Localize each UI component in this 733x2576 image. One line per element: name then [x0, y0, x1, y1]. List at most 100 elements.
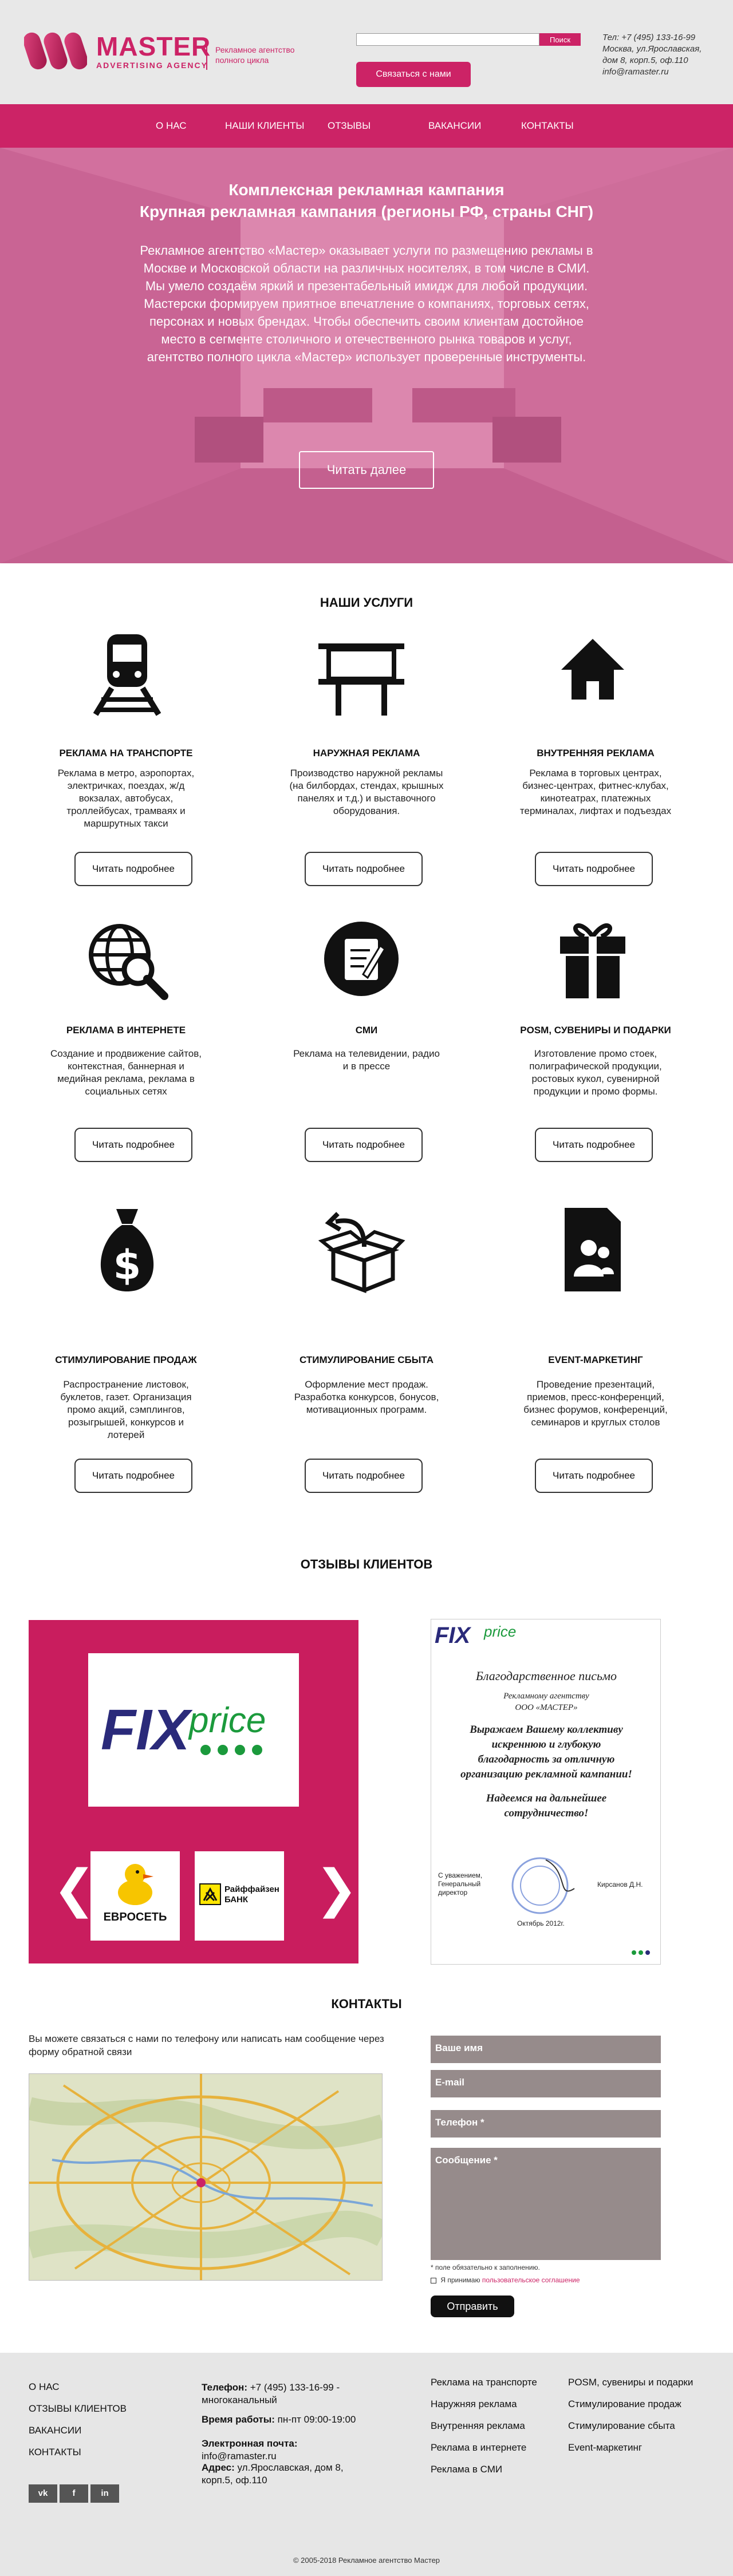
- letter-to-line1: Рекламному агентству: [503, 1692, 589, 1701]
- header-email[interactable]: info@ramaster.ru: [602, 66, 702, 78]
- letter-dot: [645, 1950, 650, 1955]
- required-note: * поле обязательно к заполнению.: [431, 2263, 540, 2271]
- review-main-logo[interactable]: FIX price: [88, 1653, 299, 1807]
- letter-logo-fix: FIX: [435, 1623, 471, 1648]
- read-more-indoor-button[interactable]: Читать подробнее: [535, 852, 653, 886]
- footer-address-label: Адрес:: [202, 2462, 235, 2473]
- nav-item-vacancies[interactable]: ВАКАНСИИ: [428, 120, 481, 132]
- letter-logo-price: price: [484, 1623, 517, 1640]
- service-desc-indoor: Реклама в торговых центрах, бизнес-центр…: [519, 768, 672, 816]
- logo-title: MASTER: [96, 31, 211, 61]
- logo-subtitle: ADVERTISING AGENCY: [96, 61, 208, 70]
- footer-service-media[interactable]: Реклама в СМИ: [431, 2464, 502, 2475]
- letter-sign-right: Кирсанов Д.Н.: [597, 1880, 643, 1888]
- read-more-sales-button[interactable]: Читать подробнее: [74, 1459, 192, 1493]
- file-people-icon: [565, 1208, 621, 1291]
- reviews-title: ОТЗЫВЫ КЛИЕНТОВ: [300, 1557, 433, 1571]
- search-input[interactable]: [356, 33, 539, 46]
- service-title-posm: POSM, СУВЕНИРЫ И ПОДАРКИ: [520, 1025, 671, 1036]
- carousel-prev-arrow[interactable]: ❮: [53, 1860, 96, 1918]
- footer-address: Адрес: ул.Ярославская, дом 8, корп.5, оф…: [202, 2462, 373, 2487]
- read-more-internet-button[interactable]: Читать подробнее: [74, 1128, 192, 1162]
- read-more-distribution-button[interactable]: Читать подробнее: [305, 1459, 423, 1493]
- read-more-transport-button[interactable]: Читать подробнее: [74, 852, 192, 886]
- city-map[interactable]: [29, 2073, 383, 2281]
- header-address-line1: Москва, ул.Ярославская,: [602, 44, 702, 54]
- nav-item-clients[interactable]: НАШИ КЛИЕНТЫ: [225, 120, 304, 132]
- contacts-title: КОНТАКТЫ: [331, 1997, 402, 2011]
- consent-checkbox[interactable]: [431, 2277, 436, 2283]
- footer-link-vacancies[interactable]: ВАКАНСИИ: [29, 2425, 81, 2436]
- footer-service-distribution[interactable]: Стимулирование сбыта: [568, 2420, 675, 2432]
- footer-phone: Телефон: +7 (495) 133-16-99 - многоканал…: [202, 2381, 373, 2407]
- read-more-outdoor-button[interactable]: Читать подробнее: [305, 852, 423, 886]
- fixprice-logo-price: price: [189, 1701, 266, 1740]
- search-button[interactable]: Поиск: [539, 33, 581, 46]
- review-thumb-raiffeisen[interactable]: Райффайзен БАНК: [195, 1851, 284, 1941]
- phone-field[interactable]: Телефон *: [431, 2110, 661, 2138]
- consent-link[interactable]: пользовательское соглашение: [482, 2276, 580, 2284]
- read-more-button[interactable]: Читать далее: [299, 451, 434, 489]
- facebook-icon[interactable]: f: [60, 2484, 88, 2503]
- contact-us-button[interactable]: Связаться с нами: [356, 62, 471, 87]
- copyright: © 2005-2018 Рекламное агентство Мастер: [293, 2556, 440, 2565]
- main-nav: О НАС НАШИ КЛИЕНТЫ ОТЗЫВЫ ВАКАНСИИ КОНТА…: [0, 104, 733, 148]
- footer-service-sales[interactable]: Стимулирование продаж: [568, 2399, 681, 2410]
- header-phone[interactable]: Тел: +7 (495) 133-16-99: [602, 32, 702, 44]
- hero-title-line1: Комплексная рекламная кампания: [228, 181, 505, 199]
- raiffeisen-logo-icon: [199, 1883, 221, 1905]
- footer-service-indoor[interactable]: Внутренняя реклама: [431, 2420, 525, 2432]
- letter-dot: [632, 1950, 636, 1955]
- contacts-intro: Вы можете связаться с нами по телефону и…: [29, 2033, 384, 2057]
- carousel-next-arrow[interactable]: ❯: [315, 1860, 358, 1918]
- footer-service-event[interactable]: Event-маркетинг: [568, 2442, 642, 2453]
- submit-button[interactable]: Отправить: [431, 2296, 514, 2317]
- read-more-event-button[interactable]: Читать подробнее: [535, 1459, 653, 1493]
- footer-link-contacts[interactable]: КОНТАКТЫ: [29, 2447, 81, 2458]
- globe-search-icon: [89, 924, 168, 1000]
- footer-hours: Время работы: пн-пт 09:00-19:00: [202, 2413, 373, 2426]
- footer-link-about[interactable]: О НАС: [29, 2381, 59, 2393]
- site-header: MASTER ADVERTISING AGENCY Рекламное аген…: [0, 0, 733, 104]
- fixprice-dot: [252, 1745, 262, 1755]
- review-thumb-euroset[interactable]: ЕВРОСЕТЬ: [90, 1851, 180, 1941]
- nav-item-reviews[interactable]: ОТЗЫВЫ: [328, 120, 371, 132]
- letter-to-line2: ООО «МАСТЕР»: [515, 1703, 578, 1712]
- fixprice-dot: [218, 1745, 228, 1755]
- logo-divider: [206, 41, 207, 70]
- name-field[interactable]: Ваше имя: [431, 2036, 661, 2063]
- service-desc-media: Реклама на телевидении, радио и в прессе: [293, 1048, 440, 1072]
- money-bag-icon: $: [100, 1209, 154, 1291]
- footer-email-value[interactable]: info@ramaster.ru: [202, 2451, 277, 2462]
- service-title-media: СМИ: [355, 1025, 378, 1036]
- vk-icon[interactable]: vk: [29, 2484, 57, 2503]
- footer-link-reviews[interactable]: ОТЗЫВЫ КЛИЕНТОВ: [29, 2403, 127, 2415]
- consent-row: Я принимаю пользовательское соглашение: [431, 2276, 580, 2284]
- read-more-media-button[interactable]: Читать подробнее: [305, 1128, 423, 1162]
- map-image: [29, 2074, 382, 2280]
- service-title-sales: СТИМУЛИРОВАНИЕ ПРОДАЖ: [55, 1354, 197, 1365]
- nav-item-contacts[interactable]: КОНТАКТЫ: [521, 120, 574, 132]
- header-address-line2: дом 8, корп.5, оф.110: [602, 56, 688, 65]
- email-field[interactable]: E-mail: [431, 2070, 661, 2097]
- footer-email: Электронная почта: info@ramaster.ru: [202, 2437, 373, 2463]
- footer-service-transport[interactable]: Реклама на транспорте: [431, 2377, 537, 2388]
- footer-service-outdoor[interactable]: Наружняя реклама: [431, 2399, 517, 2410]
- read-more-posm-button[interactable]: Читать подробнее: [535, 1128, 653, 1162]
- nav-item-about[interactable]: О НАС: [156, 120, 186, 132]
- footer-service-posm[interactable]: POSM, сувениры и подарки: [568, 2377, 693, 2388]
- footer-email-label: Электронная почта:: [202, 2438, 298, 2449]
- linkedin-icon[interactable]: in: [90, 2484, 119, 2503]
- footer-hours-label: Время работы:: [202, 2414, 275, 2425]
- svg-text:$: $: [113, 1242, 141, 1289]
- stamp-icon: [511, 1857, 575, 1914]
- logo-icon[interactable]: [24, 30, 87, 72]
- fixprice-dot: [200, 1745, 211, 1755]
- letter-body: Выражаем Вашему коллективу искреннюю и г…: [460, 1724, 632, 1780]
- message-field[interactable]: Сообщение *: [431, 2148, 661, 2260]
- hero-text: Рекламное агентство «Мастер» оказывает у…: [140, 243, 593, 364]
- footer-phone-label: Телефон:: [202, 2382, 247, 2393]
- footer-service-internet[interactable]: Реклама в интернете: [431, 2442, 526, 2453]
- euroset-label: ЕВРОСЕТЬ: [103, 1911, 167, 1923]
- thank-you-letter[interactable]: FIX price Благодарственное письмо Реклам…: [431, 1619, 661, 1965]
